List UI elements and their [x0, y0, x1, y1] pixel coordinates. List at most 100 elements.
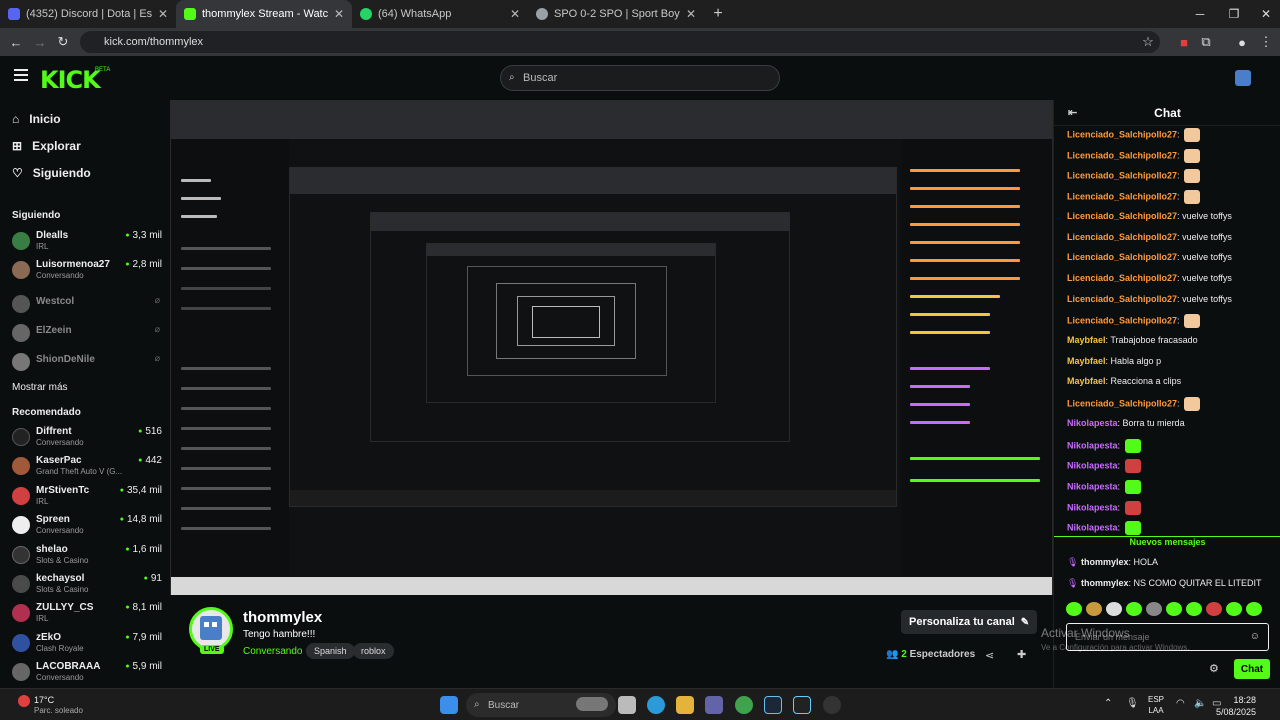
- channel-shelao[interactable]: shelao Slots & Casino 1,6 mil: [12, 544, 162, 570]
- chat-username[interactable]: Licenciado_Salchipollo27: [1067, 294, 1177, 304]
- emote-icon[interactable]: [1066, 602, 1082, 616]
- volume-icon[interactable]: 🔈: [1194, 698, 1206, 709]
- chat-username[interactable]: Licenciado_Salchipollo27: [1067, 211, 1177, 221]
- bookmark-star-icon[interactable]: ☆: [1140, 34, 1156, 50]
- chat-username[interactable]: Nikolapesta: [1067, 418, 1118, 428]
- chat-username[interactable]: Licenciado_Salchipollo27: [1067, 129, 1177, 139]
- video-player[interactable]: [170, 100, 1053, 595]
- chat-username[interactable]: Nikolapesta: [1067, 440, 1118, 450]
- chat-username[interactable]: Nikolapesta: [1067, 502, 1118, 512]
- channel-zullyy-cs[interactable]: ZULLYY_CS IRL 8,1 mil: [12, 602, 162, 628]
- channel-lacobraaa[interactable]: LACOBRAAA Conversando 5,9 mil: [12, 661, 162, 687]
- channel-diffrent[interactable]: Diffrent Conversando 516: [12, 426, 162, 452]
- steam-icon[interactable]: [764, 696, 782, 714]
- browser-tab-whatsapp[interactable]: (64) WhatsApp ✕: [352, 0, 528, 28]
- forward-icon[interactable]: →: [32, 34, 48, 50]
- extension-icon[interactable]: ■: [1176, 34, 1192, 50]
- chat-username[interactable]: Licenciado_Salchipollo27: [1067, 398, 1177, 408]
- nav-inicio[interactable]: ⌂ Inicio: [12, 112, 61, 126]
- chat-username[interactable]: Licenciado_Salchipollo27: [1067, 232, 1177, 242]
- chat-username[interactable]: Licenciado_Salchipollo27: [1067, 273, 1177, 283]
- follow-icon[interactable]: ✚: [1017, 648, 1026, 661]
- emote-icon[interactable]: [1206, 602, 1222, 616]
- chat-username[interactable]: Licenciado_Salchipollo27: [1067, 191, 1177, 201]
- capcut-icon[interactable]: [793, 696, 811, 714]
- wifi-icon[interactable]: ◠: [1176, 698, 1185, 709]
- teams-icon[interactable]: [705, 696, 723, 714]
- show-more-link[interactable]: Mostrar más: [12, 382, 68, 393]
- channel-spreen[interactable]: Spreen Conversando 14,8 mil: [12, 514, 162, 540]
- search-input[interactable]: ⌕ Buscar: [500, 65, 780, 91]
- emote-icon[interactable]: [1126, 602, 1142, 616]
- extensions-puzzle-icon[interactable]: ⧉: [1198, 34, 1214, 50]
- folder-icon[interactable]: [676, 696, 694, 714]
- emote-icon[interactable]: [1246, 602, 1262, 616]
- nav-explorar[interactable]: ⊞ Explorar: [12, 139, 81, 153]
- streamer-name[interactable]: thommylex: [243, 609, 322, 626]
- chat-username[interactable]: Nikolapesta: [1067, 523, 1118, 533]
- chat-username[interactable]: Licenciado_Salchipollo27: [1067, 150, 1177, 160]
- channel-kechaysol[interactable]: kechaysol Slots & Casino 91: [12, 573, 162, 599]
- share-icon[interactable]: ⋖: [985, 649, 994, 662]
- close-tab-icon[interactable]: ✕: [334, 7, 344, 21]
- chat-username[interactable]: Maybfael: [1067, 335, 1106, 345]
- url-field[interactable]: kick.com/thommylex: [80, 31, 1160, 53]
- edge-icon[interactable]: [647, 696, 665, 714]
- close-tab-icon[interactable]: ✕: [510, 7, 520, 21]
- task-view-icon[interactable]: [576, 697, 608, 711]
- tag-spanish[interactable]: Spanish: [306, 643, 355, 659]
- emote-icon[interactable]: [1086, 602, 1102, 616]
- chat-username[interactable]: thommylex: [1081, 578, 1129, 588]
- browser-menu-icon[interactable]: ⋮: [1258, 34, 1274, 50]
- tray-chevron-icon[interactable]: ⌃: [1104, 698, 1112, 709]
- channel-luisormenoa27[interactable]: Luisormenoa27 Conversando 2,8 mil: [12, 259, 162, 285]
- close-window-button[interactable]: ✕: [1246, 0, 1280, 28]
- chat-username[interactable]: Licenciado_Salchipollo27: [1067, 252, 1177, 262]
- nav-siguiendo[interactable]: ♡ Siguiendo: [12, 166, 91, 180]
- chat-username[interactable]: Nikolapesta: [1067, 461, 1118, 471]
- new-messages-divider[interactable]: Nuevos mensajes: [1054, 536, 1280, 550]
- chat-username[interactable]: thommylex: [1081, 557, 1129, 567]
- send-chat-button[interactable]: Chat: [1234, 659, 1270, 679]
- tag-roblox[interactable]: roblox: [353, 643, 394, 659]
- user-avatar[interactable]: [1235, 70, 1251, 86]
- channel-mrstiventc[interactable]: MrStivenTc IRL 35,4 mil: [12, 485, 162, 511]
- profile-avatar-icon[interactable]: ●: [1234, 34, 1250, 50]
- channel-kaserpac[interactable]: KaserPac Grand Theft Auto V (G... 442: [12, 455, 162, 481]
- hamburger-menu-icon[interactable]: [14, 69, 28, 81]
- channel-elzeein[interactable]: ElZeein ⌀: [12, 322, 162, 348]
- browser-tab-kick[interactable]: thommylex Stream - Watch Live ✕: [176, 0, 352, 28]
- emote-icon[interactable]: [1186, 602, 1202, 616]
- chat-username[interactable]: Licenciado_Salchipollo27: [1067, 316, 1177, 326]
- mic-tray-icon[interactable]: 🎙: [1126, 698, 1139, 709]
- browser-tab-sport[interactable]: SPO 0-2 SPO | Sport Boys - Spo ✕: [528, 0, 704, 28]
- customize-channel-button[interactable]: Personaliza tu canal ✎: [901, 610, 1038, 634]
- reload-icon[interactable]: ↻: [55, 34, 71, 50]
- browser-tab-discord[interactable]: (4352) Discord | Dota | Escu ✕: [0, 0, 176, 28]
- new-tab-button[interactable]: +: [704, 0, 732, 28]
- channel-zeko[interactable]: zEkO Clash Royale 7,9 mil: [12, 632, 162, 658]
- emote-icon[interactable]: [1166, 602, 1182, 616]
- collapse-chat-icon[interactable]: ⇤: [1068, 106, 1077, 119]
- windows-start-icon[interactable]: [440, 696, 458, 714]
- back-icon[interactable]: ←: [8, 34, 24, 50]
- emoji-icon[interactable]: ☺: [1250, 631, 1260, 642]
- app-icon[interactable]: [823, 696, 841, 714]
- chat-username[interactable]: Maybfael: [1067, 356, 1106, 366]
- channel-westcol[interactable]: Westcol ⌀: [12, 293, 162, 319]
- emote-icon[interactable]: [1146, 602, 1162, 616]
- stream-category[interactable]: Conversando: [243, 646, 302, 657]
- chat-username[interactable]: Licenciado_Salchipollo27: [1067, 171, 1177, 181]
- file-explorer-icon[interactable]: [618, 696, 636, 714]
- system-clock[interactable]: 18:28 5/08/2025: [1216, 694, 1256, 718]
- emote-icon[interactable]: [1106, 602, 1122, 616]
- emote-icon[interactable]: [1226, 602, 1242, 616]
- kick-logo[interactable]: KICK: [40, 66, 101, 94]
- chrome-icon[interactable]: [735, 696, 753, 714]
- chat-username[interactable]: Maybfael: [1067, 376, 1106, 386]
- channel-dlealls[interactable]: Dlealls IRL 3,3 mil: [12, 230, 162, 256]
- chat-username[interactable]: Nikolapesta: [1067, 481, 1118, 491]
- chat-settings-icon[interactable]: ⚙: [1209, 662, 1219, 675]
- close-tab-icon[interactable]: ✕: [158, 7, 168, 21]
- channel-shiondenile[interactable]: ShionDeNile ⌀: [12, 351, 162, 377]
